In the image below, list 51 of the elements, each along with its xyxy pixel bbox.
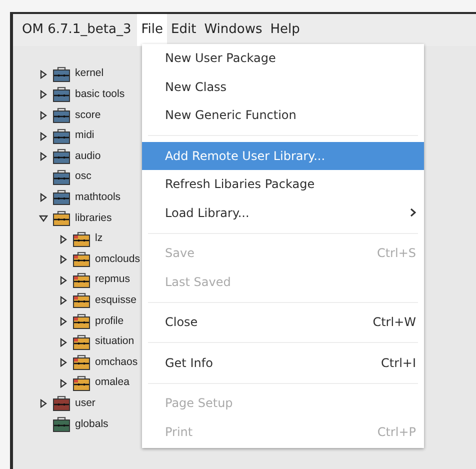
tree-item-label[interactable]: profile: [95, 314, 124, 330]
menu-item[interactable]: New User Package: [142, 44, 424, 72]
menu[interactable]: Help: [266, 14, 304, 46]
expand-triangle-icon[interactable]: [40, 132, 47, 141]
expand-triangle-icon[interactable]: [60, 296, 67, 306]
expand-triangle-icon[interactable]: [40, 193, 47, 202]
tree-item-label[interactable]: kernel: [75, 66, 104, 82]
app-title: OM 6.7.1_beta_3: [22, 21, 132, 40]
tree-item-label[interactable]: osc: [75, 169, 92, 186]
menu-item[interactable]: Refresh Libaries Package: [142, 170, 424, 198]
shortcut-label: Ctrl+I: [381, 354, 416, 372]
shortcut-label: Ctrl+W: [372, 314, 416, 332]
shortcut-label: Ctrl+S: [376, 245, 416, 262]
chevron-right-icon: [410, 208, 416, 218]
tree-item-label[interactable]: user: [75, 396, 96, 412]
tree-item-label[interactable]: basic tools: [75, 87, 125, 103]
menu-item[interactable]: Close Ctrl+W: [142, 308, 424, 336]
expand-triangle-icon[interactable]: [60, 378, 67, 388]
menu[interactable]: Edit: [167, 14, 200, 46]
expand-triangle-icon[interactable]: [60, 358, 67, 368]
expand-triangle-icon[interactable]: [40, 110, 47, 120]
tree-item-label[interactable]: repmus: [95, 272, 130, 288]
tree-item-label[interactable]: omclouds: [95, 252, 140, 268]
tree-item-label[interactable]: audio: [75, 148, 101, 165]
expand-triangle-icon[interactable]: [40, 399, 47, 408]
expand-triangle-icon[interactable]: [60, 316, 67, 326]
menu[interactable]: File: [137, 14, 168, 46]
tree-item-label[interactable]: omchaos: [95, 354, 138, 370]
expand-triangle-icon[interactable]: [60, 276, 67, 285]
menu-item[interactable]: Load Library...: [142, 198, 424, 227]
tree-item-label[interactable]: situation: [95, 334, 134, 350]
shortcut-label: Ctrl+P: [377, 424, 416, 441]
tree-item-label[interactable]: score: [75, 108, 101, 124]
tree-item-label[interactable]: lz: [95, 231, 103, 247]
tree-item-label[interactable]: omalea: [95, 375, 130, 392]
menu-item[interactable]: New Generic Function: [142, 101, 424, 130]
tree-item-label[interactable]: esquisse: [95, 292, 136, 309]
expand-triangle-icon[interactable]: [40, 152, 47, 162]
expand-triangle-icon[interactable]: [60, 338, 67, 347]
expand-triangle-icon[interactable]: [60, 255, 67, 264]
tree-item-label[interactable]: mathtools: [75, 190, 121, 206]
expand-triangle-icon[interactable]: [40, 90, 47, 100]
expand-triangle-icon[interactable]: [40, 70, 47, 79]
tree-item-label[interactable]: globals: [75, 416, 108, 432]
collapse-triangle-icon[interactable]: [39, 214, 48, 222]
expand-triangle-icon[interactable]: [60, 234, 67, 244]
menu-item[interactable]: New Class: [142, 72, 424, 101]
menu-item[interactable]: Get Info Ctrl+I: [142, 348, 424, 377]
tree-item-label[interactable]: midi: [75, 128, 94, 144]
tree-item-label[interactable]: libraries: [75, 210, 112, 226]
menu[interactable]: Windows: [200, 14, 266, 46]
